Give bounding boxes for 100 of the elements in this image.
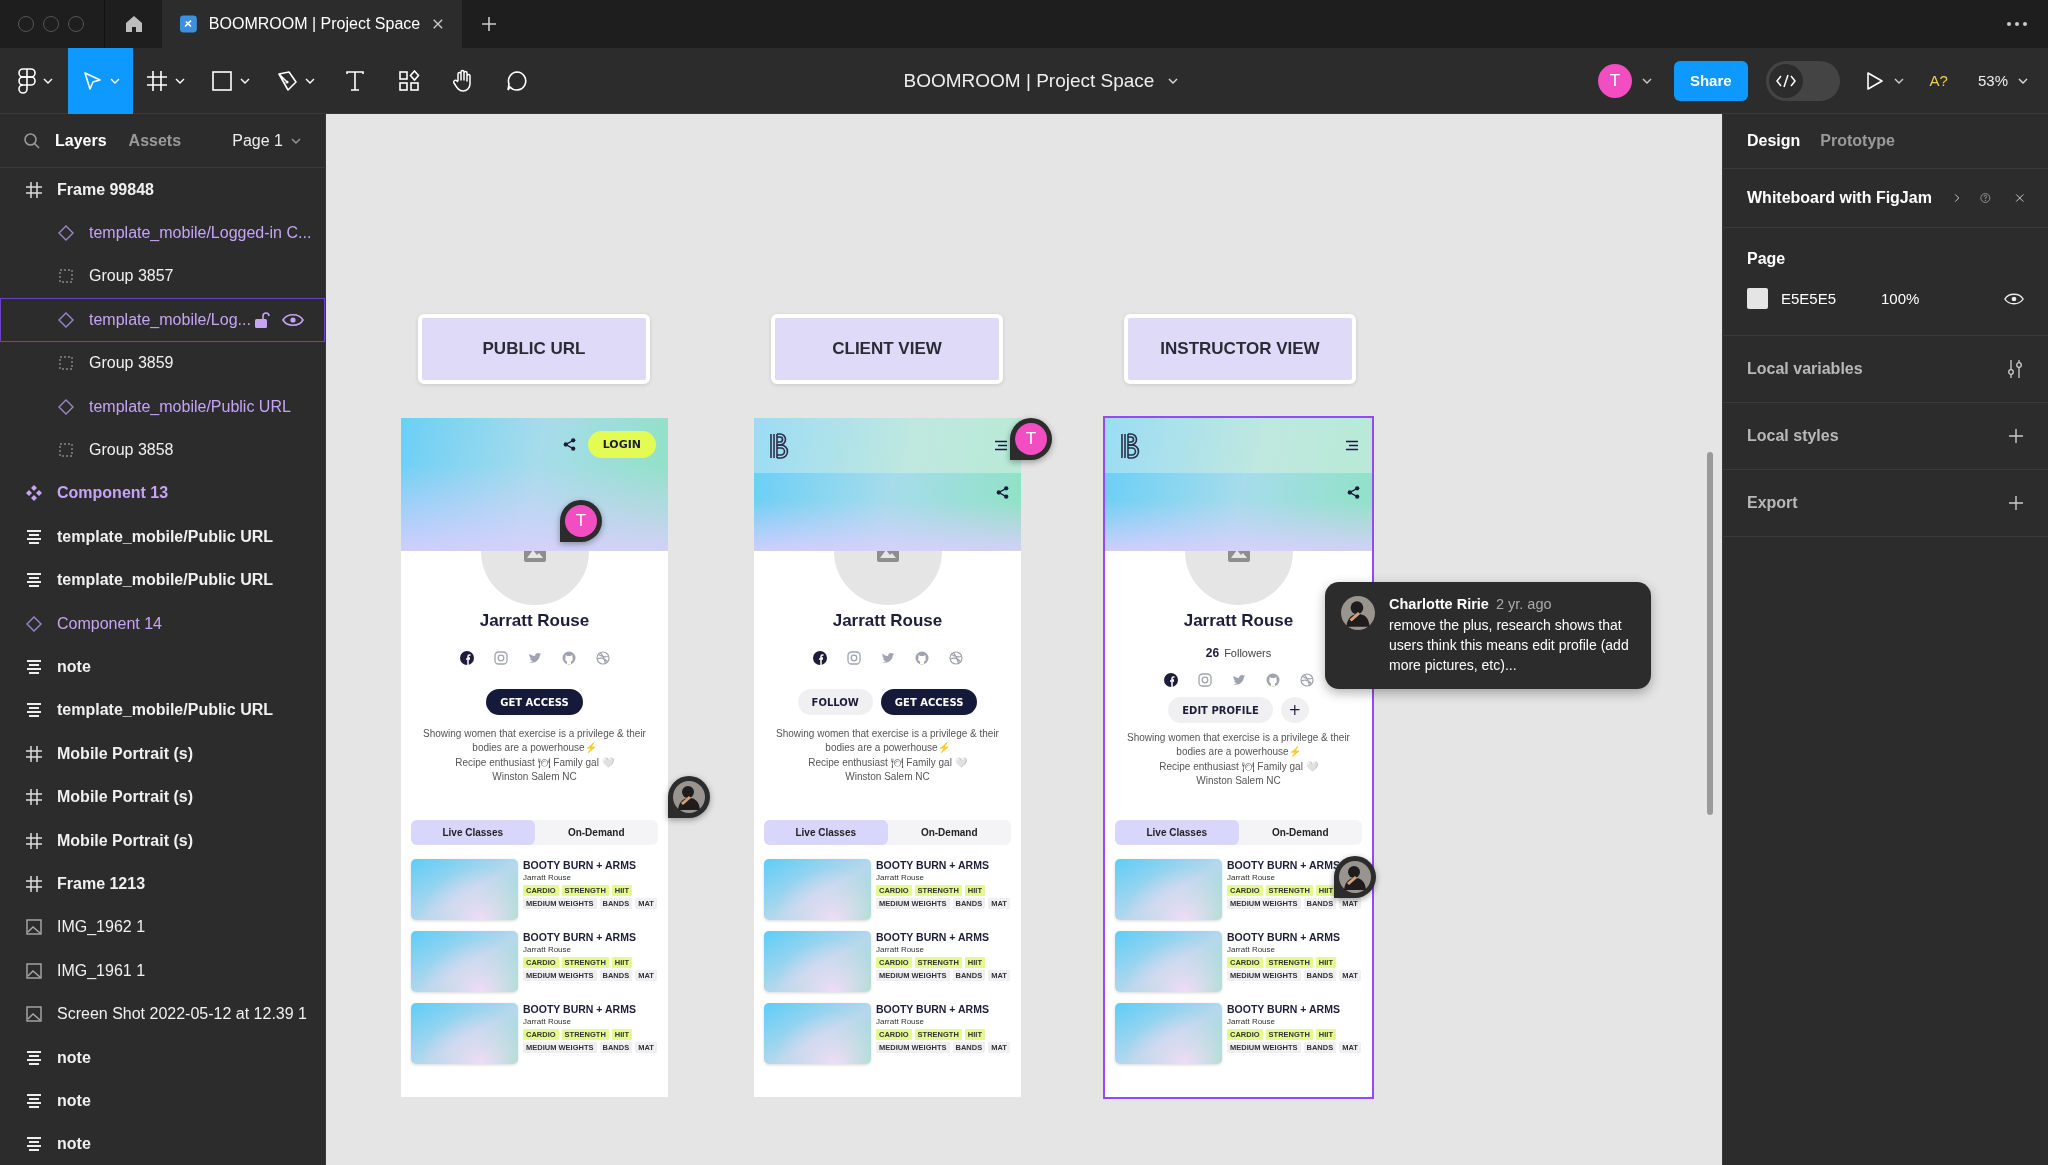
mobile-screen[interactable] <box>401 418 668 1097</box>
action-button[interactable]: GET ACCESS <box>486 689 583 715</box>
tab[interactable]: On-Demand <box>534 820 658 845</box>
share-icon[interactable] <box>1347 486 1360 499</box>
layer-row[interactable]: template_mobile/Public URL <box>0 688 325 733</box>
class-thumbnail[interactable] <box>411 1003 518 1064</box>
class-thumbnail[interactable] <box>764 859 871 920</box>
scrollbar[interactable] <box>1707 452 1713 815</box>
color-swatch[interactable] <box>1747 288 1768 309</box>
image-icon <box>25 918 43 937</box>
new-tab-icon[interactable] <box>480 15 498 33</box>
layer-row[interactable]: note <box>0 1079 325 1123</box>
layer-row[interactable]: note <box>0 1035 325 1080</box>
mobile-screen[interactable] <box>1103 416 1374 1099</box>
tab[interactable]: Live Classes <box>411 820 535 845</box>
layer-row[interactable]: Frame 1213 <box>0 862 325 906</box>
layer-row[interactable]: template_mobile/Log... <box>0 298 325 342</box>
layer-row[interactable]: Component 13 <box>0 471 325 516</box>
action-button[interactable]: GET ACCESS <box>880 689 978 715</box>
layer-row[interactable]: Mobile Portrait (s) <box>0 818 325 863</box>
social-icon[interactable] <box>1163 673 1178 687</box>
layer-row[interactable]: IMG_1961 1 <box>0 949 325 993</box>
tab[interactable]: Live Classes <box>1115 820 1239 845</box>
layer-name: Group 3857 <box>89 267 174 286</box>
class-title: BOOTY BURN + ARMS <box>876 1003 990 1015</box>
color-value[interactable]: E5E5E5 <box>1781 290 1881 307</box>
class-thumbnail[interactable] <box>764 1003 871 1064</box>
add-button[interactable]: + <box>1280 697 1309 723</box>
panel-tab[interactable]: Design <box>1747 132 1801 150</box>
file-tab[interactable]: BOOMROOM | Project Space <box>162 0 462 48</box>
layer-row[interactable]: Group 3859 <box>0 341 325 385</box>
eye-icon[interactable] <box>2004 291 2024 306</box>
layer-row[interactable]: note <box>0 1122 325 1165</box>
class-title: BOOTY BURN + ARMS <box>523 859 637 871</box>
social-icon[interactable] <box>459 651 474 665</box>
layer-row[interactable]: template_mobile/Logged-in C... <box>0 211 325 255</box>
login-button[interactable]: LOGIN <box>587 431 656 458</box>
plus-icon[interactable] <box>2008 495 2024 511</box>
lock-icon[interactable] <box>254 310 270 329</box>
action-button[interactable]: FOLLOW <box>797 689 873 715</box>
layer-row[interactable]: template_mobile/Public URL <box>0 558 325 602</box>
layer-row[interactable]: Component 14 <box>0 601 325 646</box>
class-thumbnail[interactable] <box>411 931 518 992</box>
sliders-icon[interactable] <box>2006 359 2024 379</box>
logo-icon[interactable] <box>769 432 789 459</box>
plus-icon[interactable] <box>2008 428 2024 444</box>
missing-fonts-indicator[interactable]: A? <box>1929 72 1948 89</box>
more-icon[interactable] <box>2006 21 2028 27</box>
class-thumbnail[interactable] <box>1115 1003 1222 1064</box>
zoom-menu[interactable]: 53% <box>1977 72 2028 89</box>
caret-icon[interactable] <box>1893 77 1904 84</box>
opacity-value[interactable]: 100% <box>1881 290 1920 307</box>
layer-row[interactable]: Group 3857 <box>0 254 325 299</box>
layer-row[interactable]: Screen Shot 2022-05-12 at 12.39 1 <box>0 992 325 1036</box>
layer-row[interactable]: template_mobile/Public URL <box>0 384 325 429</box>
section-title: Local styles <box>1747 427 1839 445</box>
menu-icon[interactable] <box>994 440 1008 451</box>
action-button[interactable]: EDIT PROFILE <box>1168 697 1273 723</box>
file-title[interactable]: BOOMROOM | Project Space <box>903 69 1179 92</box>
layer-row[interactable]: Frame 99848 <box>0 168 325 212</box>
play-icon[interactable] <box>1865 70 1884 91</box>
mobile-screen[interactable] <box>754 418 1021 1097</box>
comment-time: 2 yr. ago <box>1495 596 1552 612</box>
caret-icon[interactable] <box>1641 77 1652 84</box>
share-icon[interactable] <box>996 486 1009 499</box>
panel-tab[interactable]: Prototype <box>1820 132 1895 150</box>
layer-row[interactable]: Group 3858 <box>0 428 325 472</box>
close-icon[interactable] <box>432 17 444 31</box>
class-thumbnail[interactable] <box>764 931 871 992</box>
group-icon <box>57 267 75 286</box>
layer-row[interactable]: note <box>0 645 325 689</box>
eye-icon[interactable] <box>282 312 304 327</box>
layer-row[interactable]: Mobile Portrait (s) <box>0 775 325 819</box>
caret-icon <box>2018 77 2028 84</box>
menu-icon[interactable] <box>1345 440 1359 451</box>
page-selector[interactable]: Page 1 <box>232 131 301 150</box>
panel-tab[interactable]: Assets <box>128 131 182 150</box>
tab[interactable]: On-Demand <box>887 820 1011 845</box>
layer-row[interactable]: Mobile Portrait (s) <box>0 732 325 776</box>
layer-row[interactable]: template_mobile/Public URL <box>0 515 325 559</box>
panel-tab[interactable]: Layers <box>55 131 107 150</box>
view-label: INSTRUCTOR VIEW <box>1124 314 1356 384</box>
comment-pin[interactable] <box>668 776 710 818</box>
layer-name: template_mobile/Public URL <box>57 701 274 720</box>
figjam-banner-title[interactable]: Whiteboard with FigJam <box>1747 189 1932 207</box>
social-icon[interactable] <box>812 651 827 665</box>
lines-icon <box>25 571 43 590</box>
layer-row[interactable]: IMG_1962 1 <box>0 905 325 950</box>
tab[interactable]: Live Classes <box>764 820 888 845</box>
dev-mode-toggle[interactable] <box>1765 60 1840 101</box>
class-thumbnail[interactable] <box>1115 859 1222 920</box>
class-thumbnail[interactable] <box>411 859 518 920</box>
group-icon <box>57 441 75 460</box>
share-icon[interactable] <box>562 438 576 451</box>
class-title: BOOTY BURN + ARMS <box>1227 931 1341 943</box>
logo-icon[interactable] <box>1120 432 1140 459</box>
class-thumbnail[interactable] <box>1115 931 1222 992</box>
layer-name: note <box>57 658 91 676</box>
search-icon[interactable] <box>23 131 41 150</box>
tab[interactable]: On-Demand <box>1238 820 1362 845</box>
